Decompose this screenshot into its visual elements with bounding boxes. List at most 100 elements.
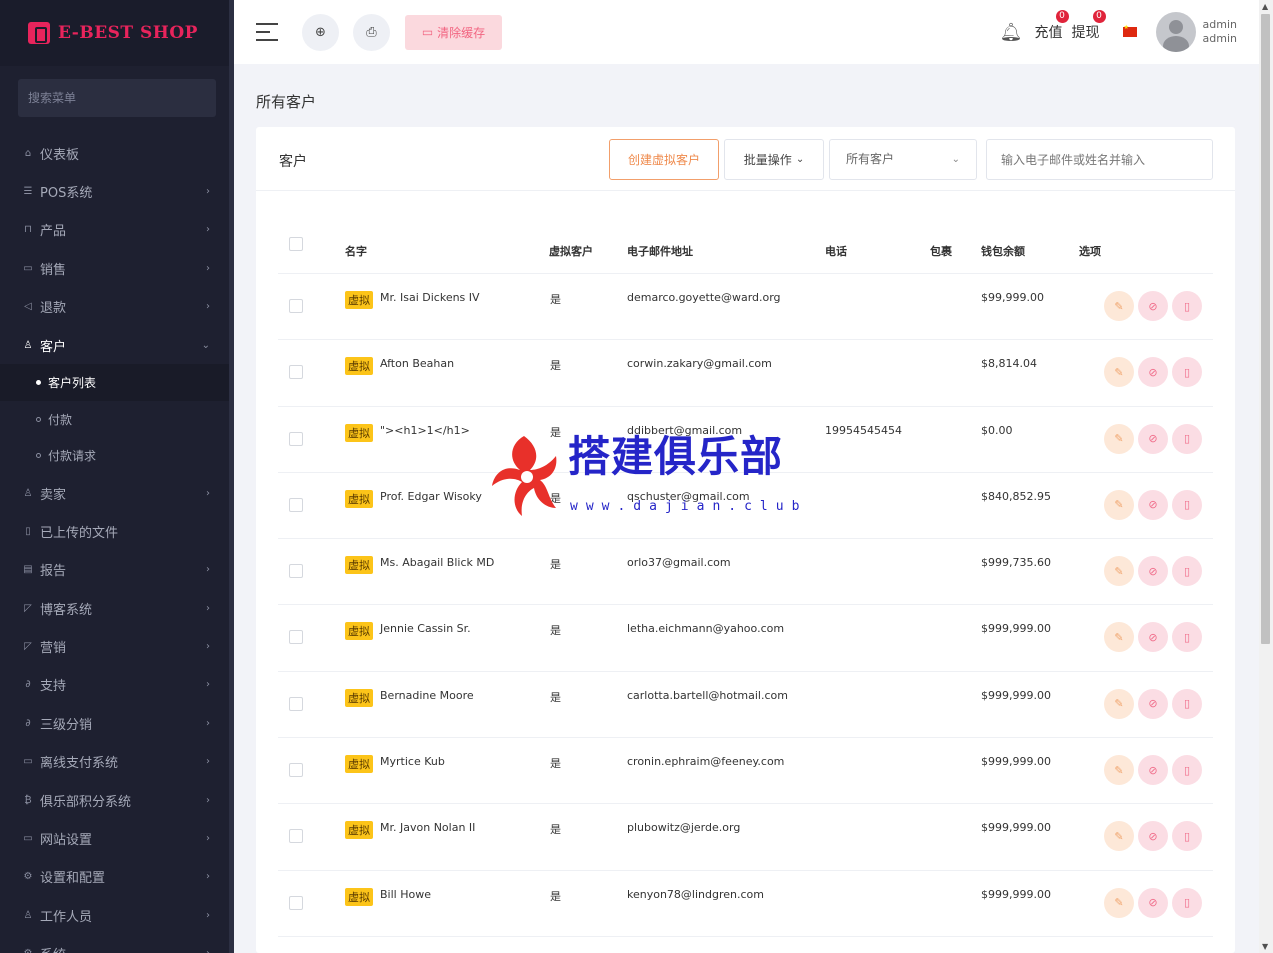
print-icon[interactable]: ⎙ [353,13,390,51]
sidebar-item-10[interactable]: ◸ 营销 › [0,627,234,665]
sidebar-item-2[interactable]: ⊓ 产品 › [0,211,234,249]
withdraw-link[interactable]: 提现 0 [1072,10,1106,42]
sidebar-item-4[interactable]: ◁ 退款 › [0,288,234,326]
user-name: admin [1202,18,1237,31]
edit-icon[interactable]: ✎ [1104,821,1134,852]
row-checkbox[interactable] [289,365,303,380]
sidebar-item-9[interactable]: ◸ 博客系统 › [0,589,234,627]
sidebar-item-7[interactable]: ▯ 已上传的文件 [0,512,234,550]
sidebar-item-17[interactable]: ♙ 工作人员 › [0,896,234,934]
points-icon: ₿ [24,794,32,806]
virtual-tag: 虚拟 [345,755,373,774]
table-row: 虚拟 Myrtice Kub 是 cronin.ephraim@feeney.com $… [278,738,1213,805]
bulk-action-button[interactable]: 批量操作 ⌄ [724,139,824,180]
delete-icon[interactable]: ▯ [1172,556,1202,587]
ban-icon[interactable]: ⊘ [1138,489,1168,520]
page-scrollbar[interactable]: ▲ ▼ [1259,0,1273,953]
select-all-checkbox[interactable] [289,237,303,251]
chevron-icon: › [206,871,210,883]
create-virtual-customer-button[interactable]: 创建虚拟客户 [609,139,719,180]
china-flag-icon[interactable] [1122,24,1137,37]
chevron-icon: › [206,794,210,806]
sidebar-item-3[interactable]: ▭ 销售 › [0,249,234,287]
edit-icon[interactable]: ✎ [1104,556,1134,587]
clear-cache-button[interactable]: ▭ 清除缓存 [405,14,502,50]
ban-icon[interactable]: ⊘ [1138,688,1168,719]
recharge-link[interactable]: 充值 0 [1034,10,1069,42]
bulk-action-label: 批量操作 [743,153,792,167]
row-checkbox[interactable] [289,431,303,446]
edit-icon[interactable]: ✎ [1104,887,1134,918]
sidebar-item-12[interactable]: ∂ 三级分销 › [0,704,234,742]
edit-icon[interactable]: ✎ [1104,622,1134,653]
scroll-up-icon[interactable]: ▲ [1262,2,1268,11]
sidebar-scrollbar[interactable] [229,0,234,953]
row-checkbox[interactable] [289,497,303,512]
delete-icon[interactable]: ▯ [1172,423,1202,454]
edit-icon[interactable]: ✎ [1104,755,1134,786]
delete-icon[interactable]: ▯ [1172,821,1202,852]
row-checkbox[interactable] [289,895,303,910]
bell-icon[interactable]: 🔔︎ [1000,22,1023,43]
sidebar-item-15[interactable]: ▭ 网站设置 › [0,819,234,857]
recharge-label: 充值 [1034,25,1063,41]
ban-icon[interactable]: ⊘ [1138,622,1168,653]
edit-icon[interactable]: ✎ [1104,489,1134,520]
edit-icon[interactable]: ✎ [1104,423,1134,454]
sidebar-subitem-2[interactable]: 付款请求 [0,437,234,474]
edit-icon[interactable]: ✎ [1104,357,1134,388]
delete-icon[interactable]: ▯ [1172,489,1202,520]
row-checkbox[interactable] [289,630,303,645]
sidebar-search-input[interactable]: 搜索菜单 [18,79,216,117]
watermark-url: www.dajian.club [570,499,808,514]
ban-icon[interactable]: ⊘ [1138,821,1168,852]
ban-icon[interactable]: ⊘ [1138,291,1168,321]
ban-icon[interactable]: ⊘ [1138,887,1168,918]
sidebar-item-18[interactable]: ⚙ 系统› [0,935,234,953]
recharge-badge: 0 [1055,10,1069,23]
scroll-down-icon[interactable]: ▼ [1262,942,1268,951]
sidebar-item-6[interactable]: ♙ 卖家 › [0,474,234,512]
sidebar-item-1[interactable]: ☰ POS系统 › [0,172,234,210]
sidebar-subitem-0[interactable]: 客户列表 [0,364,234,401]
customer-search-input[interactable] [986,139,1213,180]
delete-icon[interactable]: ▯ [1172,688,1202,719]
delete-icon[interactable]: ▯ [1172,291,1202,321]
customer-name: Jennie Cassin Sr. [380,622,471,636]
globe-icon[interactable]: ⊕ [302,13,339,51]
delete-icon[interactable]: ▯ [1172,887,1202,918]
row-checkbox[interactable] [289,696,303,711]
scrollbar-thumb[interactable] [1261,14,1270,644]
ban-icon[interactable]: ⊘ [1138,423,1168,454]
menu-toggle-icon[interactable] [256,23,278,41]
sidebar-item-0[interactable]: ⌂ 仪表板 [0,134,234,172]
sidebar-subitem-1[interactable]: 付款 [0,401,234,438]
sidebar-item-16[interactable]: ⚙ 设置和配置 › [0,858,234,896]
ban-icon[interactable]: ⊘ [1138,755,1168,786]
delete-icon[interactable]: ▯ [1172,755,1202,786]
user-menu[interactable]: admin admin [1203,18,1237,46]
row-checkbox[interactable] [289,299,303,313]
row-checkbox[interactable] [289,564,303,579]
ban-icon[interactable]: ⊘ [1138,556,1168,587]
chevron-icon: › [206,679,210,691]
customer-filter-select[interactable]: 所有客户 ⌄ [829,139,977,180]
row-checkbox[interactable] [289,763,303,778]
sidebar-item-13[interactable]: ▭ 离线支付系统 › [0,743,234,781]
sidebar-item-5[interactable]: ♙ 客户 ⌄ [0,326,234,364]
edit-icon[interactable]: ✎ [1104,688,1134,719]
sidebar-item-label: 仪表板 [40,147,80,163]
edit-icon[interactable]: ✎ [1104,291,1134,321]
brand-logo[interactable]: E-BEST SHOP [0,0,234,66]
delete-icon[interactable]: ▯ [1172,357,1202,388]
row-checkbox[interactable] [289,829,303,844]
avatar[interactable] [1155,12,1196,52]
sidebar-item-11[interactable]: ∂ 支持 › [0,666,234,704]
wallet-balance: $840,852.95 [981,489,1051,503]
ban-icon[interactable]: ⊘ [1138,357,1168,388]
customers-table-body: 虚拟 Mr. Isai Dickens IV 是 demarco.goyette@wa… [278,274,1213,937]
sidebar-item-8[interactable]: ▤ 报告 › [0,551,234,589]
sidebar-item-14[interactable]: ₿ 俱乐部积分系统 › [0,781,234,819]
blog-icon: ◸ [24,602,32,614]
delete-icon[interactable]: ▯ [1172,622,1202,653]
